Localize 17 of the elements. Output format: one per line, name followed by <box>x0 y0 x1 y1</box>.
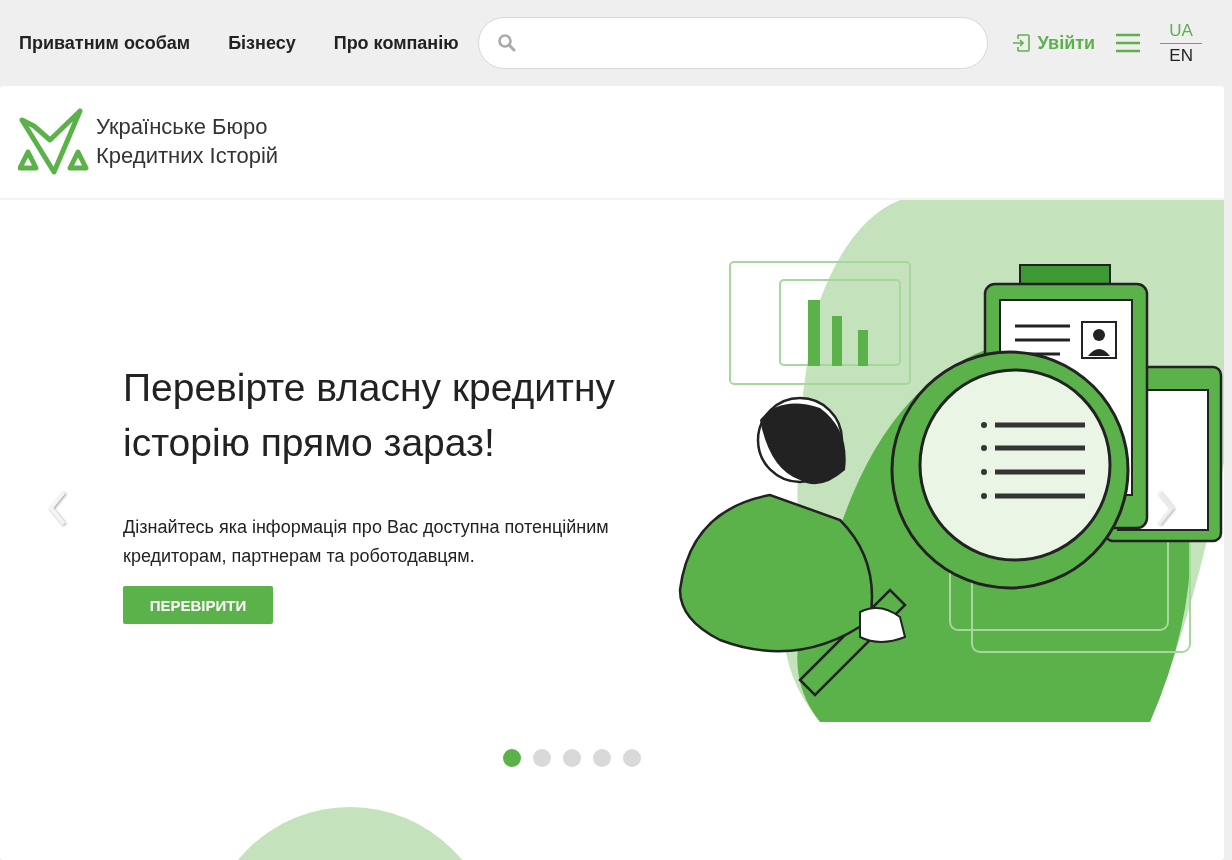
carousel-dot[interactable] <box>503 749 521 767</box>
nav-link[interactable]: Приватним особам <box>19 32 191 54</box>
language-link[interactable]: EN <box>1169 43 1193 68</box>
carousel-dot[interactable] <box>593 749 611 767</box>
carousel-dot[interactable] <box>563 749 581 767</box>
carousel-dot[interactable] <box>623 749 641 767</box>
carousel-dot[interactable] <box>533 749 551 767</box>
search-field[interactable] <box>477 17 988 69</box>
hero-text: Дізнайтесь яка інформація про Вас доступна потенційним кредиторам, партнерам та роботодавцям. <box>123 515 610 568</box>
hero-title: Перевірте власну кредитну історію прямо зараз! <box>123 365 616 467</box>
logo-text: Кредитних Історій <box>96 142 279 170</box>
nav-link[interactable]: Про компанію <box>333 32 459 54</box>
menu-icon[interactable] <box>1116 33 1141 53</box>
search-icon <box>496 33 517 53</box>
logo-icon <box>18 108 90 176</box>
logo-text: Українське Бюро <box>96 113 269 142</box>
nav-link[interactable]: Бізнесу <box>228 32 296 54</box>
